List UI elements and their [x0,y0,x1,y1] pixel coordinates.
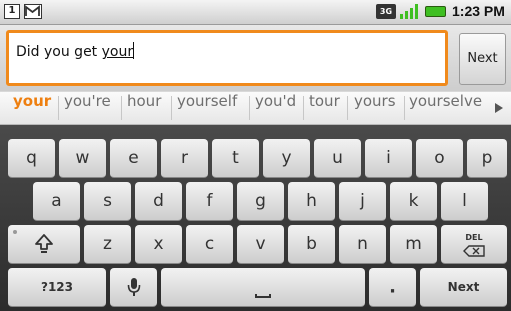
key-label: p [481,148,493,168]
key-c[interactable]: c [186,225,233,264]
suggestion-divider [121,96,122,120]
suggestion-strip: your you're hour yourself you'd tour you… [0,92,511,125]
suggestion-item[interactable]: you'd [255,92,301,124]
key-x[interactable]: x [135,225,182,264]
key-l[interactable]: l [441,182,488,221]
key-n[interactable]: n [339,225,386,264]
key-label: y [281,148,292,168]
key-m[interactable]: m [390,225,437,264]
notification-count-icon[interactable]: 1 [4,4,20,19]
status-time: 1:23 PM [452,3,505,19]
key-z[interactable]: z [84,225,131,264]
key-label: o [434,148,445,168]
key-e[interactable]: e [110,139,157,178]
key-b[interactable]: b [288,225,335,264]
key-a[interactable]: a [33,182,80,221]
key-label: i [386,148,391,168]
committed-text: Did you get [16,44,102,60]
key-y[interactable]: y [263,139,310,178]
suggestion-item[interactable]: you're [64,92,120,124]
key-label: b [306,234,317,254]
key-k[interactable]: k [390,182,437,221]
suggestion-divider [303,96,304,120]
period-key[interactable]: . [369,268,416,307]
key-d[interactable]: d [135,182,182,221]
key-label: c [204,234,215,254]
space-key[interactable] [161,268,365,307]
key-label: n [357,234,368,254]
key-t[interactable]: t [212,139,259,178]
key-h[interactable]: h [288,182,335,221]
suggestion-item[interactable]: yourselve [409,92,483,124]
shift-key[interactable] [8,225,80,264]
suggestion-item[interactable]: your [13,92,57,124]
key-label: v [255,234,266,254]
symbols-key[interactable]: ?123 [8,268,106,307]
key-label: . [389,276,396,298]
space-icon [255,294,271,298]
key-r[interactable]: r [161,139,208,178]
key-i[interactable]: i [365,139,412,178]
more-suggestions-icon[interactable] [495,103,503,113]
key-label: h [306,191,317,211]
key-g[interactable]: g [237,182,284,221]
message-input[interactable]: Did you get your [6,30,448,86]
suggestion-divider [249,96,250,120]
key-label: u [332,148,343,168]
microphone-key[interactable] [110,268,157,307]
key-label: Next [447,280,480,294]
key-q[interactable]: q [8,139,55,178]
key-label: k [408,191,419,211]
next-button[interactable]: Next [459,33,506,85]
suggestion-divider [404,96,405,120]
key-label: q [26,148,37,168]
text-entry-area: Did you get your Next [0,25,511,91]
key-w[interactable]: w [59,139,106,178]
key-label: e [128,148,139,168]
key-label: f [206,191,213,211]
key-label: t [232,148,239,168]
signal-icon [399,4,419,19]
suggestion-item[interactable]: yours [354,92,402,124]
key-label: j [360,191,365,211]
key-u[interactable]: u [314,139,361,178]
delete-key[interactable]: DEL [441,225,507,264]
network-3g-icon: 3G [376,4,396,19]
suggestion-divider [347,96,348,120]
shift-lock-indicator [13,230,17,234]
key-label: a [51,191,62,211]
key-label: r [181,148,188,168]
key-o[interactable]: o [416,139,463,178]
key-v[interactable]: v [237,225,284,264]
key-label: g [255,191,266,211]
soft-keyboard: q w e r t y u i o p a s d f g h j k l z … [0,125,511,311]
text-cursor [133,42,135,59]
key-label: x [153,234,164,254]
key-label: d [153,191,164,211]
key-label: s [103,191,112,211]
suggestion-item[interactable]: hour [127,92,169,124]
battery-icon [425,6,446,17]
delete-label: DEL [465,233,483,242]
key-s[interactable]: s [84,182,131,221]
suggestion-divider [58,96,59,120]
enter-next-key[interactable]: Next [420,268,507,307]
key-p[interactable]: p [467,139,507,178]
key-f[interactable]: f [186,182,233,221]
suggestion-item[interactable]: yourself [177,92,247,124]
key-j[interactable]: j [339,182,386,221]
key-label: l [462,191,467,211]
status-bar: 1 3G 1:23 PM [0,0,511,25]
key-label: z [103,234,112,254]
key-label: ?123 [40,280,73,294]
suggestion-item[interactable]: tour [309,92,345,124]
composing-text: your [101,44,134,60]
key-label: m [405,234,422,254]
key-label: w [75,148,90,168]
suggestion-divider [171,96,172,120]
gmail-icon[interactable] [24,4,42,19]
